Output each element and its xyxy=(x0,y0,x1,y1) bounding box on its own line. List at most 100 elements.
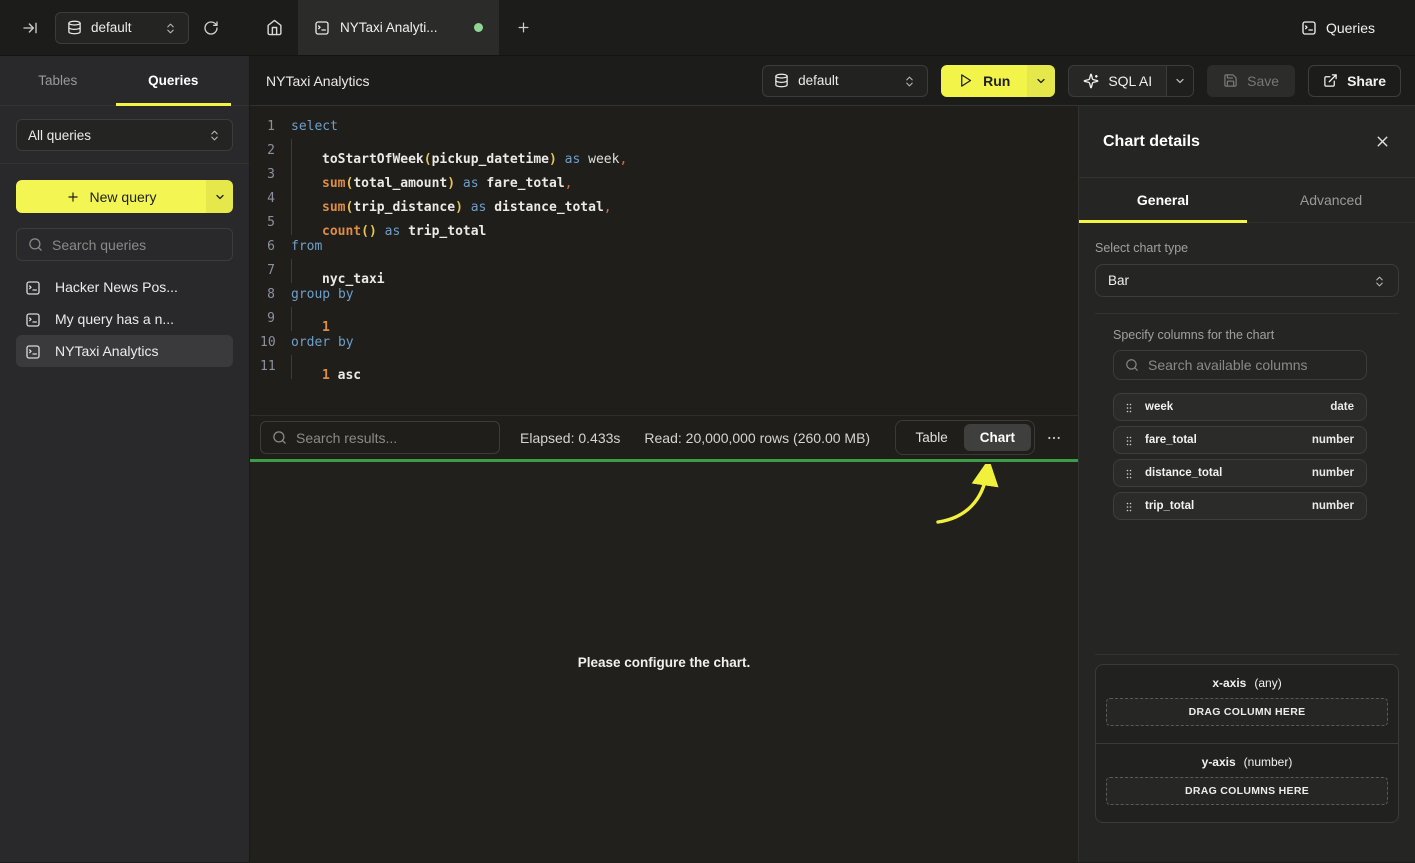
code-line[interactable]: 111 asc xyxy=(260,355,1078,379)
code-text: from xyxy=(291,235,322,259)
line-number: 6 xyxy=(260,235,275,259)
code-line[interactable]: 2toStartOfWeek(pickup_datetime) as week, xyxy=(260,139,1078,163)
new-query-label: New query xyxy=(90,189,157,205)
code-text: select xyxy=(291,115,338,139)
new-query-dropdown[interactable] xyxy=(206,180,233,213)
tab-advanced[interactable]: Advanced xyxy=(1247,178,1415,222)
table-view-button[interactable]: Table xyxy=(899,424,963,451)
code-line[interactable]: 1 select xyxy=(260,115,1078,139)
new-query-main[interactable]: New query xyxy=(16,180,206,213)
more-options-icon[interactable] xyxy=(1046,430,1062,446)
tab-general[interactable]: General xyxy=(1079,178,1247,222)
column-chip-trip_total[interactable]: trip_totalnumber xyxy=(1113,492,1367,520)
chart-placeholder-message: Please configure the chart. xyxy=(578,655,751,670)
save-button[interactable]: Save xyxy=(1207,65,1295,97)
column-chip-fare_total[interactable]: fare_totalnumber xyxy=(1113,426,1367,454)
query-list-item[interactable]: My query has a n... xyxy=(16,303,233,335)
top-bar-left: default xyxy=(0,0,250,55)
search-columns-input[interactable] xyxy=(1148,357,1355,373)
search-results-input[interactable] xyxy=(296,430,488,446)
code-line[interactable]: 7 nyc_taxi xyxy=(260,259,1078,283)
tab-tables[interactable]: Tables xyxy=(0,56,116,105)
drag-handle-icon[interactable] xyxy=(1123,498,1135,514)
sql-ai-button[interactable]: SQL AI xyxy=(1068,65,1194,97)
code-line[interactable]: 5count() as trip_total xyxy=(260,211,1078,235)
home-tab[interactable] xyxy=(250,0,298,55)
save-button-label: Save xyxy=(1247,73,1279,89)
terminal-icon xyxy=(314,19,330,36)
drag-handle-icon[interactable] xyxy=(1123,399,1135,415)
toolbar-actions: default Run xyxy=(762,65,1401,97)
line-number: 1 xyxy=(260,115,275,139)
search-icon xyxy=(272,430,287,445)
x-axis-drop-zone[interactable]: DRAG COLUMN HERE xyxy=(1106,698,1388,726)
x-axis-type: (any) xyxy=(1254,676,1281,690)
indent-guide xyxy=(291,259,322,283)
x-axis-section: x-axis (any) DRAG COLUMN HERE xyxy=(1096,665,1398,744)
tab-queries[interactable]: Queries xyxy=(116,56,232,105)
search-results-field[interactable] xyxy=(260,421,500,454)
top-database-value: default xyxy=(91,20,132,35)
run-dropdown[interactable] xyxy=(1027,65,1055,97)
indent-guide xyxy=(291,163,322,187)
y-axis-label: y-axis xyxy=(1202,755,1236,769)
read-stat: Read: 20,000,000 rows (260.00 MB) xyxy=(644,430,870,446)
search-queries-input[interactable] xyxy=(52,237,221,253)
toolbar-database-selector[interactable]: default xyxy=(762,65,928,97)
sql-ai-dropdown[interactable] xyxy=(1166,66,1193,96)
query-item-label: Hacker News Pos... xyxy=(55,279,178,295)
content-row: 1 select2toStartOfWeek(pickup_datetime) a… xyxy=(250,106,1415,862)
refresh-icon[interactable] xyxy=(203,20,219,36)
search-icon xyxy=(28,237,43,252)
column-list: weekdate fare_totalnumber distance_totalnu… xyxy=(1113,393,1367,520)
sql-editor[interactable]: 1 select2toStartOfWeek(pickup_datetime) a… xyxy=(250,106,1078,415)
view-toggle: Table Chart xyxy=(895,420,1035,455)
run-button[interactable]: Run xyxy=(941,65,1055,97)
search-queries-field[interactable] xyxy=(16,228,233,261)
y-axis-drop-zone[interactable]: DRAG COLUMNS HERE xyxy=(1106,777,1388,805)
chart-view-button[interactable]: Chart xyxy=(964,424,1031,451)
code-line[interactable]: 4sum(trip_distance) as distance_total, xyxy=(260,187,1078,211)
code-line[interactable]: 3sum(total_amount) as fare_total, xyxy=(260,163,1078,187)
chart-type-label: Select chart type xyxy=(1095,241,1399,255)
query-filter: All queries xyxy=(16,119,233,151)
sql-ai-main[interactable]: SQL AI xyxy=(1069,66,1166,96)
close-icon[interactable] xyxy=(1374,133,1391,150)
hint-arrow xyxy=(930,464,1010,534)
code-line[interactable]: 91 xyxy=(260,307,1078,331)
column-chip-distance_total[interactable]: distance_totalnumber xyxy=(1113,459,1367,487)
drag-handle-icon[interactable] xyxy=(1123,432,1135,448)
line-number: 7 xyxy=(260,259,275,283)
drag-handle-icon[interactable] xyxy=(1123,465,1135,481)
query-list: Hacker News Pos... My query has a n...NYT… xyxy=(16,271,233,367)
query-list-item[interactable]: NYTaxi Analytics xyxy=(16,335,233,367)
share-button-label: Share xyxy=(1347,73,1386,89)
code-line[interactable]: 10order by xyxy=(260,331,1078,355)
queries-button[interactable]: Queries xyxy=(1301,0,1375,55)
share-button[interactable]: Share xyxy=(1308,65,1401,97)
editor-and-results: 1 select2toStartOfWeek(pickup_datetime) a… xyxy=(250,106,1078,862)
line-number: 11 xyxy=(260,355,275,379)
column-name: distance_total xyxy=(1145,467,1222,479)
top-database-selector[interactable]: default xyxy=(55,12,189,44)
y-axis-section: y-axis (number) DRAG COLUMNS HERE xyxy=(1096,744,1398,822)
panel-tabs: General Advanced xyxy=(1079,178,1415,223)
chevron-down-icon xyxy=(1035,75,1047,87)
column-chip-week[interactable]: weekdate xyxy=(1113,393,1367,421)
collapse-sidebar-icon[interactable] xyxy=(22,20,38,36)
tab-nytaxi-analytics[interactable]: NYTaxi Analyti... xyxy=(298,0,499,55)
query-filter-select[interactable]: All queries xyxy=(16,119,233,151)
code-text: nyc_taxi xyxy=(291,259,385,283)
chart-type-select[interactable]: Bar xyxy=(1095,264,1399,297)
run-button-main[interactable]: Run xyxy=(941,65,1027,97)
new-tab-button[interactable] xyxy=(499,0,547,55)
search-columns-field[interactable] xyxy=(1113,350,1367,380)
code-text: sum(total_amount) as fare_total, xyxy=(291,163,572,187)
queries-button-label: Queries xyxy=(1326,20,1375,36)
tab-strip: NYTaxi Analyti... xyxy=(250,0,547,55)
new-query-button[interactable]: New query xyxy=(16,180,233,213)
toolbar-database-value: default xyxy=(798,73,839,88)
plus-icon xyxy=(66,190,80,204)
line-number: 8 xyxy=(260,283,275,307)
query-list-item[interactable]: Hacker News Pos... xyxy=(16,271,233,303)
